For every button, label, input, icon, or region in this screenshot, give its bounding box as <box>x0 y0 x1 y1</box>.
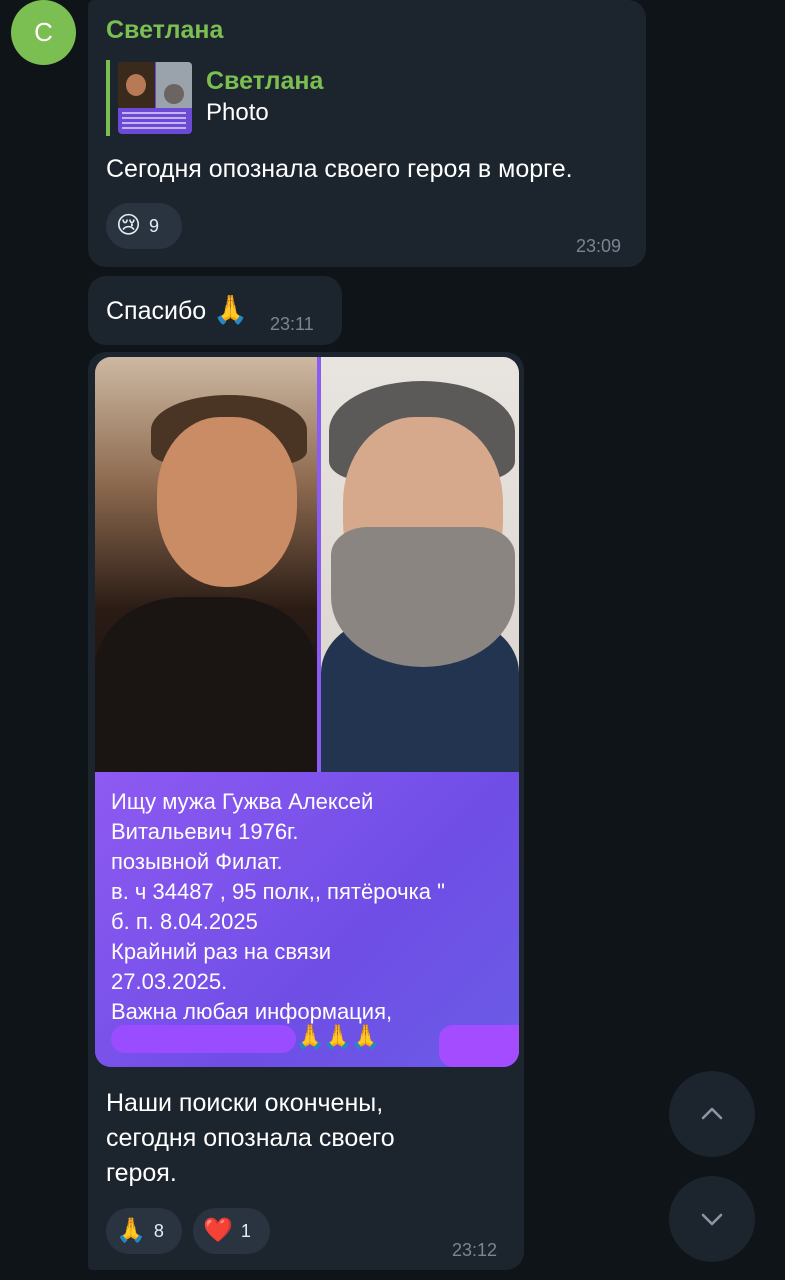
praying-hands-icon: 🙏🙏🙏 <box>295 1024 381 1051</box>
reply-thumbnail <box>118 62 192 134</box>
portrait-right <box>321 357 519 777</box>
redaction-mark <box>439 1025 519 1067</box>
sender-avatar[interactable]: С <box>11 0 76 65</box>
reaction-count: 1 <box>240 1220 251 1241</box>
message-time: 23:11 <box>270 314 314 334</box>
portrait-left <box>95 357 317 777</box>
reply-type-label: Photo <box>206 99 269 126</box>
reaction-count: 9 <box>149 215 160 236</box>
message-text: Наши поиски окончены, сегодня опознала с… <box>106 1089 395 1187</box>
message-bubble-2[interactable]: Спасибо 🙏 23:11 <box>88 276 342 345</box>
reaction-praying[interactable]: 🙏 8 <box>106 1208 182 1254</box>
message-time: 23:09 <box>576 236 622 256</box>
message-bubble-3[interactable]: Ищу мужа Гужва Алексей Витальевич 1976г.… <box>88 352 524 1270</box>
redaction-mark <box>111 1025 296 1053</box>
reply-preview[interactable]: Светлана Photo <box>106 60 410 136</box>
reaction-crying[interactable]: 😢 9 <box>106 203 182 249</box>
avatar-letter: С <box>34 17 53 47</box>
reaction-count: 8 <box>153 1220 164 1241</box>
message-photo[interactable]: Ищу мужа Гужва Алексей Витальевич 1976г.… <box>95 357 519 1067</box>
scroll-up-button[interactable] <box>669 1071 755 1157</box>
heart-icon: ❤️ <box>203 1217 233 1244</box>
chevron-down-icon <box>701 1213 723 1226</box>
scroll-down-button[interactable] <box>669 1176 755 1262</box>
message-text: Спасибо <box>106 297 207 325</box>
reaction-heart[interactable]: ❤️ 1 <box>193 1208 270 1254</box>
message-time: 23:12 <box>452 1240 498 1260</box>
praying-hands-icon: 🙏 <box>116 1217 146 1244</box>
message-bubble-1[interactable]: Светлана Светлана Photo Сегодня опознала… <box>88 0 646 267</box>
crying-face-icon: 😢 <box>116 212 142 239</box>
chevron-up-icon <box>701 1107 723 1120</box>
photo-caption-text: Ищу мужа Гужва Алексей Витальевич 1976г.… <box>111 789 445 1024</box>
praying-hands-icon: 🙏 <box>213 294 249 325</box>
sender-name[interactable]: Светлана <box>106 16 223 45</box>
message-text: Сегодня опознала своего героя в морге. <box>106 155 573 183</box>
reply-sender-name: Светлана <box>206 67 324 95</box>
